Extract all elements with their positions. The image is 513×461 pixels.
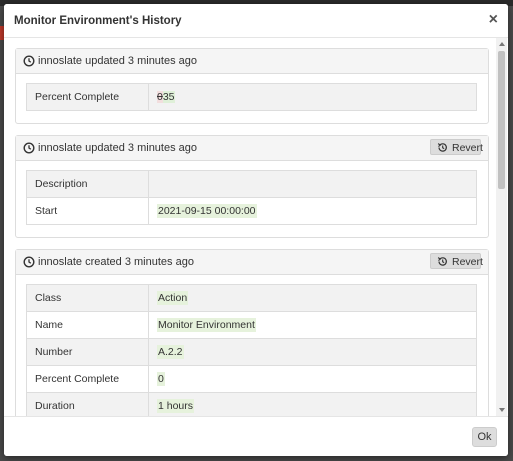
history-entry-title: innoslate updated 3 minutes ago <box>38 142 198 154</box>
field-value: Action <box>148 284 477 312</box>
history-entry: innoslate updated 3 minutes ago Revert D… <box>15 135 489 238</box>
history-entry: innoslate created 3 minutes ago Revert C… <box>15 249 489 416</box>
changes-table: Description Start 2021-09-15 00:00:00 <box>26 170 477 225</box>
table-row: Number A.2.2 <box>26 338 477 366</box>
clock-icon <box>23 55 35 67</box>
table-row: Name Monitor Environment <box>26 311 477 339</box>
modal-body[interactable]: innoslate updated 3 minutes ago Percent … <box>4 38 508 416</box>
history-entry: innoslate updated 3 minutes ago Percent … <box>15 48 489 124</box>
deleted-value: 0 <box>157 91 163 103</box>
changed-value: 1 hours <box>157 399 195 413</box>
field-name: Duration <box>26 392 149 416</box>
close-icon[interactable]: × <box>489 12 498 28</box>
history-entry-header: innoslate created 3 minutes ago Revert <box>16 250 488 275</box>
revert-button[interactable]: Revert <box>430 139 483 155</box>
ok-button[interactable]: Ok <box>472 427 497 447</box>
field-name: Start <box>26 197 149 225</box>
changes-table: Percent Complete 035 <box>26 83 477 111</box>
clock-icon <box>23 256 35 268</box>
scroll-up-icon[interactable] <box>499 42 505 46</box>
revert-button[interactable]: Revert <box>430 253 483 269</box>
history-icon <box>437 257 447 266</box>
table-row: Start 2021-09-15 00:00:00 <box>26 197 477 225</box>
scroll-down-icon[interactable] <box>499 408 505 412</box>
changes-table: Class Action Name Monitor Environment Nu… <box>26 284 477 416</box>
changed-value: A.2.2 <box>157 345 184 359</box>
table-row: Percent Complete 035 <box>26 83 477 111</box>
table-row: Duration 1 hours <box>26 392 477 416</box>
scrollbar-thumb[interactable] <box>498 51 505 189</box>
field-name: Percent Complete <box>26 365 149 393</box>
field-name: Description <box>26 170 149 198</box>
field-name: Name <box>26 311 149 339</box>
modal-title: Monitor Environment's History <box>14 15 182 27</box>
changed-value: Monitor Environment <box>157 318 256 332</box>
table-row: Percent Complete 0 <box>26 365 477 393</box>
changed-value: 2021-09-15 00:00:00 <box>157 204 257 218</box>
revert-label: Revert <box>452 256 483 268</box>
field-value: 035 <box>148 83 477 111</box>
field-value: 1 hours <box>148 392 477 416</box>
changed-value: 0 <box>157 372 165 386</box>
field-value <box>148 170 477 198</box>
table-row: Class Action <box>26 284 477 312</box>
revert-label: Revert <box>452 142 483 154</box>
modal-footer: Ok <box>4 416 508 456</box>
field-name: Percent Complete <box>26 83 149 111</box>
field-value: Monitor Environment <box>148 311 477 339</box>
history-icon <box>437 143 447 152</box>
field-name: Number <box>26 338 149 366</box>
field-value: 0 <box>148 365 477 393</box>
history-entry-header: innoslate updated 3 minutes ago <box>16 49 488 74</box>
scrollbar[interactable] <box>496 38 507 416</box>
table-row: Description <box>26 170 477 198</box>
history-modal: Monitor Environment's History × innoslat… <box>4 4 508 456</box>
inserted-value: 35 <box>162 91 175 103</box>
modal-header: Monitor Environment's History × <box>4 4 508 38</box>
field-name: Class <box>26 284 149 312</box>
history-entry-header: innoslate updated 3 minutes ago Revert <box>16 136 488 161</box>
clock-icon <box>23 142 35 154</box>
field-value: A.2.2 <box>148 338 477 366</box>
changed-value: Action <box>157 291 189 305</box>
field-value: 2021-09-15 00:00:00 <box>148 197 477 225</box>
history-entry-title: innoslate created 3 minutes ago <box>38 256 194 268</box>
history-entry-title: innoslate updated 3 minutes ago <box>38 55 198 67</box>
